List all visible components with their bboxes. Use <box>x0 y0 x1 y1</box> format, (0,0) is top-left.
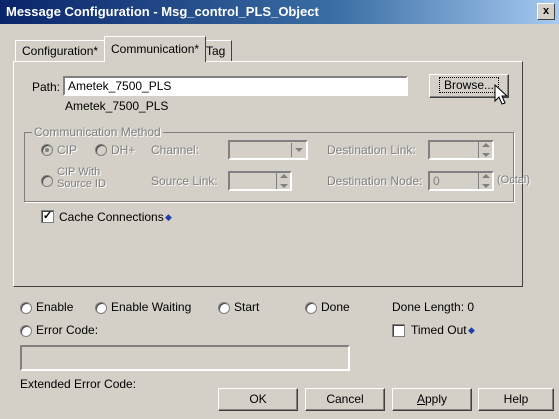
start-label: Start <box>234 300 260 314</box>
help-button-label: Help <box>503 392 529 406</box>
close-icon: x <box>542 5 550 17</box>
tab-communication[interactable]: Communication* <box>104 36 207 62</box>
arrow-icon: ◆ <box>468 325 475 335</box>
dhplus-label: DH+ <box>111 143 136 157</box>
error-code-indicator <box>20 325 32 337</box>
ok-button-label: OK <box>249 392 267 406</box>
browse-button-label: Browse... <box>438 77 499 93</box>
tab-communication-label: Communication* <box>111 42 200 56</box>
arrow-icon: ◆ <box>165 212 172 222</box>
enable-waiting-indicator <box>95 302 107 314</box>
cip-radio[interactable] <box>41 144 53 156</box>
error-code-label: Error Code: <box>36 323 99 337</box>
cip-with-source-id-label-1: CIP With <box>57 166 101 178</box>
cache-connections-checkbox[interactable]: ✓ <box>41 210 54 223</box>
done-label: Done <box>321 300 350 314</box>
path-input[interactable]: Ametek_7500_PLS <box>63 76 408 96</box>
enable-label: Enable <box>36 300 74 314</box>
ok-button[interactable]: OK <box>218 388 298 411</box>
start-indicator <box>218 302 230 314</box>
dhplus-radio[interactable] <box>95 144 107 156</box>
spinner-icon[interactable] <box>276 173 290 189</box>
apply-button-label: Apply <box>416 392 448 406</box>
destination-node-label: Destination Node: <box>327 174 423 188</box>
tab-configuration-label: Configuration* <box>22 44 99 58</box>
enable-indicator <box>20 302 32 314</box>
chevron-down-icon <box>291 143 305 157</box>
destination-link-input[interactable] <box>428 140 494 160</box>
help-button[interactable]: Help <box>478 388 554 411</box>
cip-with-source-id-label-2: Source ID <box>57 178 106 190</box>
destination-node-input[interactable]: 0 <box>428 171 494 191</box>
cancel-button-label: Cancel <box>326 392 364 406</box>
done-indicator <box>305 302 317 314</box>
path-resolved-text: Ametek_7500_PLS <box>65 99 169 113</box>
spinner-icon[interactable] <box>478 142 492 158</box>
apply-button[interactable]: Apply <box>392 388 472 411</box>
timed-out-label: Timed Out <box>411 323 467 337</box>
tab-tag-label: Tag <box>206 44 226 58</box>
window-title: Message Configuration - Msg_control_PLS_… <box>6 4 319 19</box>
cache-connections-label: Cache Connections <box>59 210 164 224</box>
destination-link-label: Destination Link: <box>327 143 416 157</box>
tab-configuration[interactable]: Configuration* <box>15 40 106 62</box>
check-mark-icon: ✓ <box>42 210 53 222</box>
enable-waiting-label: Enable Waiting <box>111 300 192 314</box>
timed-out-checkbox[interactable] <box>392 324 405 337</box>
error-code-text-box <box>20 345 350 371</box>
channel-select[interactable] <box>228 140 308 160</box>
path-label: Path: <box>32 80 61 94</box>
cancel-button[interactable]: Cancel <box>305 388 385 411</box>
destination-node-value: 0 <box>433 174 440 188</box>
window-title-bar[interactable]: Message Configuration - Msg_control_PLS_… <box>0 0 559 24</box>
communication-panel: Path: Ametek_7500_PLS Ametek_7500_PLS Br… <box>13 61 530 287</box>
mouse-cursor-icon <box>494 84 509 105</box>
close-button[interactable]: x <box>537 3 555 20</box>
communication-method-legend: Communication Method <box>32 125 163 139</box>
source-link-label: Source Link: <box>151 174 218 188</box>
cip-label: CIP <box>57 143 78 157</box>
source-link-input[interactable] <box>228 171 292 191</box>
done-length-text: Done Length: 0 <box>392 300 475 314</box>
spinner-icon[interactable] <box>478 173 492 189</box>
channel-label: Channel: <box>151 143 200 157</box>
cip-with-source-id-radio[interactable] <box>41 175 53 187</box>
extended-error-code-label: Extended Error Code: <box>20 377 137 391</box>
octal-label: (Octal) <box>497 174 530 186</box>
